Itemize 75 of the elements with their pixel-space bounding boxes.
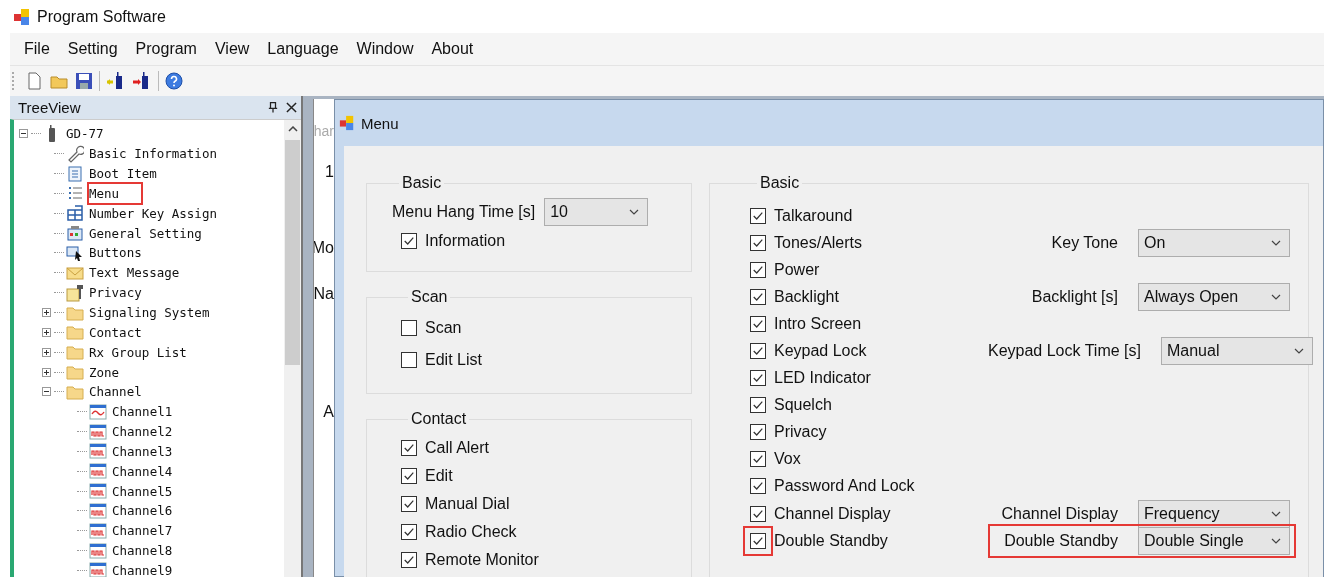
field-label: Na: [314, 285, 334, 303]
tree-item[interactable]: Signaling System: [89, 303, 232, 322]
group-title: Contact: [410, 410, 468, 428]
tree-item[interactable]: Buttons: [89, 243, 164, 263]
window-title: Menu: [361, 114, 399, 132]
checkbox-label: Backlight: [774, 287, 839, 306]
field-label: 1: [325, 163, 334, 181]
tree-item[interactable]: Basic Information: [89, 144, 239, 164]
field-label: Mo: [314, 239, 334, 257]
field-label: Double Standby: [1004, 531, 1118, 550]
checkbox-label: Double Standby: [774, 531, 888, 550]
dropdown[interactable]: Manual: [1160, 337, 1313, 365]
tree-item[interactable]: GD-77: [66, 124, 126, 144]
checkbox-label: Keypad Lock: [774, 342, 867, 360]
tree-item[interactable]: Channel6: [112, 501, 195, 521]
dropdown[interactable]: Frequency: [1138, 499, 1290, 528]
field-label: Key Tone: [1051, 233, 1118, 252]
checkbox-label: LED Indicator: [774, 369, 871, 388]
tree-item[interactable]: Rx Group List: [89, 342, 209, 362]
checkbox-label: Radio Check: [425, 523, 517, 541]
checkbox-label: Scan: [425, 319, 462, 337]
tree-item[interactable]: Channel1: [112, 402, 195, 422]
checkbox-label: Information: [425, 231, 506, 250]
field-label: A: [323, 403, 334, 421]
menubar-entry[interactable]: Setting: [61, 38, 124, 60]
checkbox-label: Call Alert: [425, 439, 490, 457]
checkbox-label: Power: [774, 260, 820, 279]
field-label: Menu Hang Time [s]: [392, 203, 536, 221]
field-label: Channel Display: [1001, 504, 1118, 523]
tree-item[interactable]: Privacy: [89, 283, 164, 303]
menubar-entry[interactable]: About: [425, 38, 480, 60]
tree-item[interactable]: General Setting: [89, 223, 224, 243]
tree-item[interactable]: Channel9: [112, 561, 195, 577]
group-title: Basic: [759, 174, 801, 192]
checkbox-label: Talkaround: [774, 206, 853, 225]
tree-item[interactable]: Zone: [89, 362, 142, 382]
tree-item[interactable]: Channel: [89, 382, 164, 402]
checkbox-label: Edit: [425, 467, 453, 485]
tree-item[interactable]: Channel2: [112, 422, 195, 442]
field-label: Backlight [s]: [1031, 287, 1118, 306]
checkbox-label: Privacy: [774, 423, 827, 442]
checkbox-label: Vox: [774, 450, 801, 469]
dropdown[interactable]: On: [1138, 228, 1290, 257]
tree-item[interactable]: Channel3: [112, 441, 195, 461]
window-title: Program Software: [37, 7, 166, 26]
checkbox-label: Intro Screen: [774, 314, 862, 333]
checkbox-label: Remote Monitor: [425, 551, 539, 569]
panel-title: TreeView: [18, 99, 82, 116]
checkbox-label: Squelch: [774, 396, 832, 415]
tree-item[interactable]: Channel4: [112, 461, 195, 481]
menubar-entry[interactable]: View: [208, 38, 256, 60]
menubar-entry[interactable]: Language: [261, 38, 345, 60]
field-label: Keypad Lock Time [s]: [988, 342, 1141, 360]
dropdown[interactable]: Always Open: [1138, 282, 1290, 311]
menubar-entry[interactable]: File: [18, 38, 56, 60]
checkbox-label: Tones/Alerts: [774, 233, 863, 252]
menubar-entry[interactable]: Window: [350, 38, 420, 60]
checkbox-label: Password And Lock: [774, 477, 915, 496]
checkbox-label: Channel Display: [774, 504, 891, 523]
group-title: Basic: [401, 174, 443, 192]
tree-item[interactable]: Contact: [89, 322, 164, 342]
dropdown[interactable]: 10: [544, 198, 649, 226]
tree-item[interactable]: Channel8: [112, 541, 195, 561]
tree-item[interactable]: Number Key Assign: [89, 203, 239, 223]
dropdown[interactable]: Double Single: [1138, 526, 1290, 555]
tree-item[interactable]: Menu: [89, 183, 142, 203]
menubar-entry[interactable]: Program: [129, 38, 203, 60]
group-title: Scan: [410, 288, 449, 306]
checkbox-label: Edit List: [425, 351, 482, 369]
tree-item[interactable]: Text Message: [89, 263, 202, 283]
tree-item[interactable]: Channel5: [112, 481, 195, 501]
checkbox-label: Manual Dial: [425, 495, 510, 513]
tree-item[interactable]: Channel7: [112, 521, 195, 541]
window-title: har: [314, 123, 334, 139]
tree-item[interactable]: Boot Item: [89, 164, 179, 184]
